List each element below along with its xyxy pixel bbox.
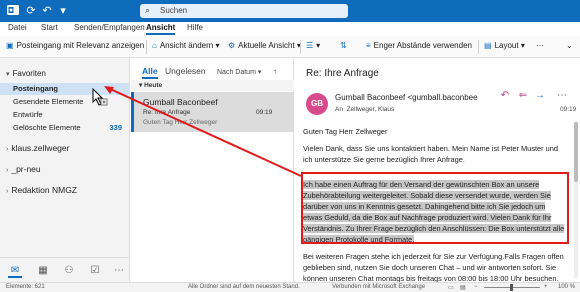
status-sync: Alle Ordner sind auf dem neuesten Stand.: [188, 284, 300, 290]
zoom-level[interactable]: 100 %: [558, 284, 575, 290]
status-connection: Verbunden mit Microsoft Exchange: [332, 284, 426, 290]
status-item-count: Elemente: 621: [6, 284, 45, 290]
zoom-slider-thumb[interactable]: [510, 284, 513, 291]
zoom-in-icon[interactable]: +: [544, 284, 548, 290]
zoom-slider[interactable]: [484, 284, 540, 291]
view-normal-icon[interactable]: ▭: [448, 284, 454, 291]
status-bar: Elemente: 621 Alle Ordner sind auf dem n…: [0, 282, 580, 292]
view-reading-icon[interactable]: ▤: [460, 284, 466, 291]
annotation-arrow: [104, 86, 302, 177]
zoom-out-icon[interactable]: −: [474, 284, 478, 290]
